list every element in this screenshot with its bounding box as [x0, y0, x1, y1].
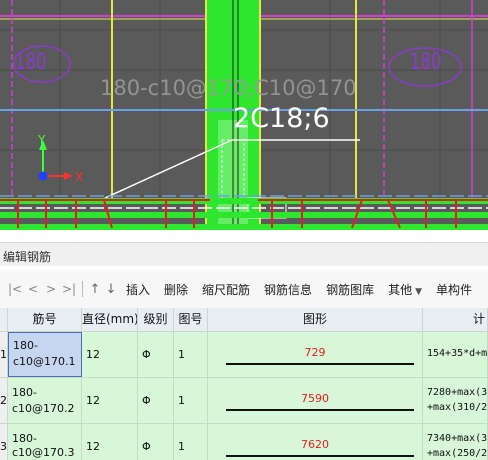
rebar-library-button[interactable]: 钢筋图库: [319, 281, 381, 298]
row-number[interactable]: 1: [0, 332, 8, 377]
first-record-button[interactable]: |<: [6, 282, 24, 296]
formula-cell[interactable]: 154+35*d+m: [423, 332, 488, 377]
last-record-button[interactable]: >|: [60, 282, 78, 296]
rebar-name-line2: c10@170.2: [12, 402, 75, 415]
rebar-info-button[interactable]: 钢筋信息: [257, 281, 319, 298]
column-header-formula[interactable]: 计: [423, 308, 488, 331]
rebar-name-cell[interactable]: 180- c10@170.1: [8, 332, 82, 377]
rebar-name-line1: 180-: [12, 386, 37, 399]
slab-left-label[interactable]: 180: [15, 50, 47, 75]
diameter-cell[interactable]: 12: [82, 378, 138, 423]
diameter-cell[interactable]: 12: [82, 332, 138, 377]
rebar-name-line2: c10@170.1: [13, 355, 76, 368]
table-row[interactable]: 3 180- c10@170.3 12 Φ 1 7620 7340+max(3 …: [0, 424, 488, 460]
figure-no-cell[interactable]: 1: [174, 424, 208, 460]
column-header-diameter[interactable]: 直径(mm): [82, 308, 138, 331]
prev-record-button[interactable]: <: [24, 282, 42, 296]
other-menu-button[interactable]: 其他 ▼: [381, 281, 429, 298]
slab-rebar-label[interactable]: 180-c10@170;C10@170: [100, 76, 357, 100]
axis-y-label: Y: [38, 133, 46, 147]
arrow-down-icon[interactable]: ↓: [103, 282, 119, 297]
shape-length-value: 7620: [301, 438, 329, 451]
table-row[interactable]: 2 180- c10@170.2 12 Φ 1 7590 7280+max(3 …: [0, 378, 488, 424]
arrow-up-icon[interactable]: ↑: [87, 282, 103, 297]
grade-cell[interactable]: Φ: [138, 424, 174, 460]
column-header-shape[interactable]: 图形: [208, 308, 423, 331]
row-number[interactable]: 2: [0, 378, 8, 423]
panel-header: 编辑钢筋: [0, 242, 488, 266]
shape-cell[interactable]: 7590: [208, 378, 423, 423]
cad-viewport[interactable]: 180 180 180-c10@170;C10@170 2C18;6 Y X: [0, 0, 488, 230]
axis-x-label: X: [75, 170, 84, 184]
other-menu-label: 其他: [388, 282, 413, 297]
rebar-toolbar: |< < > >| ↑ ↓ 插入 删除 缩尺配筋 钢筋信息 钢筋图库 其他 ▼ 单…: [0, 270, 488, 308]
rebar-name-line1: 180-: [13, 339, 38, 352]
rebar-name-line1: 180-: [12, 432, 37, 445]
formula-cell[interactable]: 7340+max(3 +max(250/2: [423, 424, 488, 460]
rebar-grid: 筋号 直径(mm) 级别 图号 图形 计 1 180- c10@170.1 12…: [0, 308, 488, 460]
column-header-name[interactable]: 筋号: [8, 308, 82, 331]
table-row[interactable]: 1 180- c10@170.1 12 Φ 1 729 154+35*d+m: [0, 332, 488, 378]
scale-rebar-button[interactable]: 缩尺配筋: [195, 281, 257, 298]
shape-length-value: 729: [304, 346, 326, 359]
rebar-name-line2: c10@170.3: [12, 446, 75, 459]
grade-cell[interactable]: Φ: [138, 378, 174, 423]
column-header-grade[interactable]: 级别: [138, 308, 174, 331]
chevron-down-icon: ▼: [415, 286, 423, 297]
grade-cell[interactable]: Φ: [138, 332, 174, 377]
shape-length-value: 7590: [301, 392, 329, 405]
toolbar-divider: [82, 281, 83, 297]
row-number-header: [0, 308, 8, 331]
rebar-name-cell[interactable]: 180- c10@170.3: [8, 424, 82, 460]
axis-origin: [38, 171, 48, 181]
shape-cell[interactable]: 7620: [208, 424, 423, 460]
app-window: 180 180 180-c10@170;C10@170 2C18;6 Y X 编…: [0, 0, 488, 460]
formula-cell[interactable]: 7280+max(3 +max(310/2: [423, 378, 488, 423]
next-record-button[interactable]: >: [42, 282, 60, 296]
single-member-button[interactable]: 单构件: [429, 281, 479, 298]
rebar-shape-line: [226, 363, 414, 365]
beam-rebar-label[interactable]: 2C18;6: [233, 103, 330, 134]
rebar-shape-line: [226, 455, 414, 457]
grid-header-row: 筋号 直径(mm) 级别 图号 图形 计: [0, 308, 488, 332]
diameter-cell[interactable]: 12: [82, 424, 138, 460]
panel-title: 编辑钢筋: [3, 250, 52, 264]
rebar-shape-line: [226, 409, 414, 411]
insert-button[interactable]: 插入: [119, 281, 157, 298]
shape-cell[interactable]: 729: [208, 332, 423, 377]
figure-no-cell[interactable]: 1: [174, 378, 208, 423]
rebar-name-cell[interactable]: 180- c10@170.2: [8, 378, 82, 423]
delete-button[interactable]: 删除: [157, 281, 195, 298]
column-header-figure-no[interactable]: 图号: [174, 308, 208, 331]
figure-no-cell[interactable]: 1: [174, 332, 208, 377]
row-number[interactable]: 3: [0, 424, 8, 460]
slab-right-label[interactable]: 180: [410, 50, 442, 75]
